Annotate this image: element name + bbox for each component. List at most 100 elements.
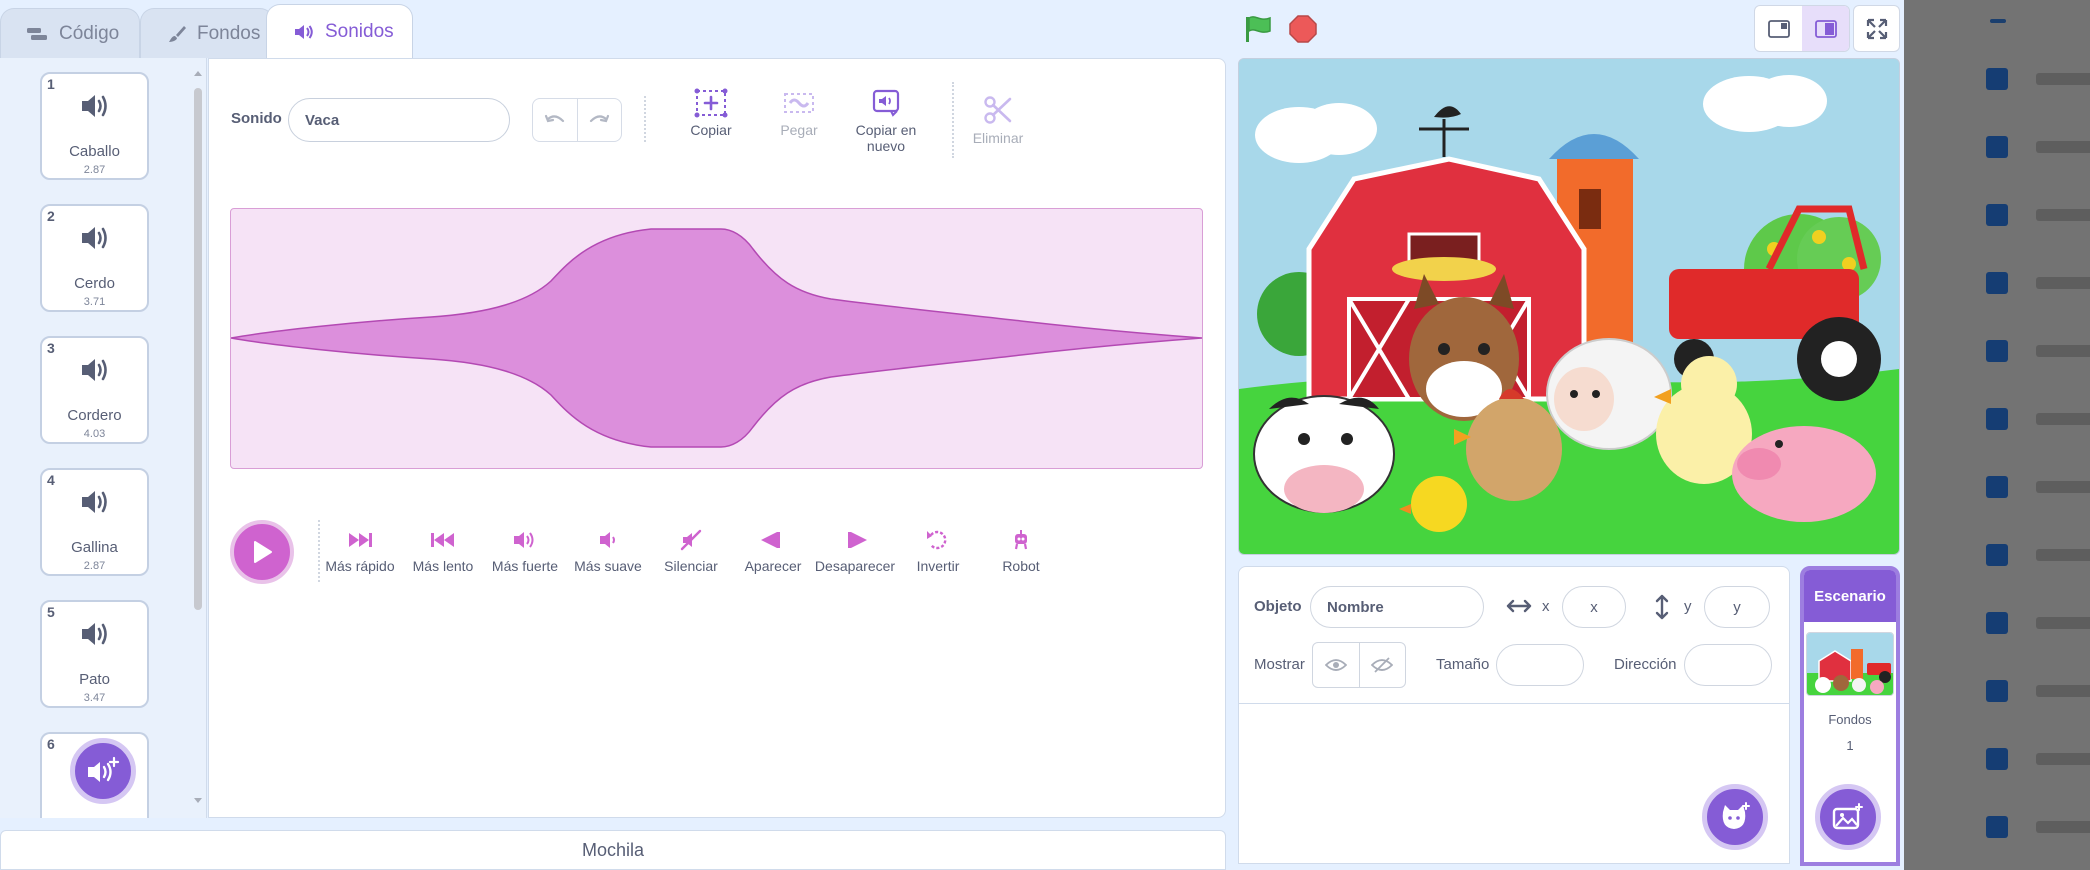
vertical-arrows-icon xyxy=(1655,594,1669,620)
paste-label: Pegar xyxy=(780,122,818,138)
redo-button[interactable] xyxy=(576,99,622,141)
horizontal-arrows-icon xyxy=(1506,599,1532,613)
sound-item[interactable]: 1 Caballo 2.87 xyxy=(40,72,149,180)
mute-icon xyxy=(680,529,702,551)
undo-button[interactable] xyxy=(533,99,577,141)
sound-name: Cordero xyxy=(67,407,122,424)
brush-icon xyxy=(169,25,186,42)
delete-label: Eliminar xyxy=(972,130,1024,146)
tab-backdrops-label: Fondos xyxy=(197,22,261,44)
faster-label: Más rápido xyxy=(325,558,395,574)
tab-code-label: Código xyxy=(59,22,120,44)
copy-button[interactable]: Copiar xyxy=(676,88,746,138)
add-sprite-button[interactable] xyxy=(1702,784,1768,850)
scroll-up-icon[interactable] xyxy=(192,68,204,80)
overlay-marker xyxy=(1990,19,2006,23)
fade-out-effect-button[interactable]: Desaparecer xyxy=(812,528,898,574)
scroll-down-icon[interactable] xyxy=(192,794,204,806)
softer-effect-button[interactable]: Más suave xyxy=(570,528,646,574)
stage-selector-title: Escenario xyxy=(1804,570,1896,622)
tab-backdrops[interactable]: Fondos xyxy=(140,8,274,58)
slower-label: Más lento xyxy=(412,558,474,574)
faster-effect-button[interactable]: Más rápido xyxy=(322,528,398,574)
sound-number: 4 xyxy=(47,472,55,488)
small-stage-button[interactable] xyxy=(1755,6,1802,51)
fullscreen-button[interactable] xyxy=(1853,5,1900,52)
stage[interactable] xyxy=(1238,58,1900,555)
slower-effect-button[interactable]: Más lento xyxy=(406,528,480,574)
copy-to-new-button[interactable]: Copiar en nuevo xyxy=(848,88,924,154)
sound-item[interactable]: 5 Pato 3.47 xyxy=(40,600,149,708)
y-input[interactable]: y xyxy=(1704,586,1770,628)
fade-in-label: Aparecer xyxy=(744,558,802,574)
sprite-name-input[interactable]: Nombre xyxy=(1310,586,1484,628)
mute-effect-button[interactable]: Silenciar xyxy=(656,528,726,574)
sound-name: Caballo xyxy=(69,143,120,160)
size-input[interactable] xyxy=(1496,644,1584,686)
scissors-icon xyxy=(984,96,1012,124)
scrollbar-thumb[interactable] xyxy=(194,88,202,610)
louder-icon xyxy=(514,532,534,548)
sprite-label: Objeto xyxy=(1254,598,1302,615)
overlay-checkbox-row xyxy=(1986,204,2090,226)
add-backdrop-button[interactable] xyxy=(1815,784,1881,850)
backpack-label: Mochila xyxy=(581,839,645,860)
backpack-bar[interactable]: Mochila xyxy=(0,830,1226,870)
faster-icon xyxy=(349,533,372,547)
fade-in-effect-button[interactable]: Aparecer xyxy=(738,528,808,574)
hide-sprite-button[interactable] xyxy=(1358,643,1406,687)
sound-number: 6 xyxy=(47,736,55,752)
farm-thumbnail-image xyxy=(1807,633,1893,695)
eye-off-icon xyxy=(1371,657,1394,673)
sound-item[interactable]: 4 Gallina 2.87 xyxy=(40,468,149,576)
robot-label: Robot xyxy=(1002,558,1040,574)
overlay-checkbox-row xyxy=(1986,544,2090,566)
paste-icon xyxy=(784,93,814,113)
sound-name-input[interactable]: Vaca xyxy=(288,98,510,142)
slower-icon xyxy=(431,533,454,547)
sound-duration: 4.03 xyxy=(83,428,106,440)
green-flag-icon[interactable] xyxy=(1243,14,1273,44)
direction-label: Dirección xyxy=(1614,656,1677,673)
copy-to-new-label: Copiar en nuevo xyxy=(855,122,917,154)
show-sprite-button[interactable] xyxy=(1313,643,1359,687)
direction-input[interactable] xyxy=(1684,644,1772,686)
overlay-checkbox-row xyxy=(1986,136,2090,158)
x-label: x xyxy=(1542,598,1550,615)
tab-code[interactable]: Código xyxy=(0,8,140,58)
code-icon xyxy=(27,27,47,40)
large-stage-button[interactable] xyxy=(1802,6,1849,51)
reverse-effect-button[interactable]: Invertir xyxy=(904,528,972,574)
add-sprite-icon xyxy=(1722,802,1750,829)
sound-number: 1 xyxy=(47,76,55,92)
overlay-checkbox-row xyxy=(1986,408,2090,430)
tab-sounds[interactable]: Sonidos xyxy=(266,4,413,58)
sound-duration: 2.87 xyxy=(83,560,106,572)
overlay-checkbox-row xyxy=(1986,680,2090,702)
overlay-checkbox-row xyxy=(1986,816,2090,838)
play-sound-button[interactable] xyxy=(230,520,294,584)
softer-label: Más suave xyxy=(574,558,642,574)
sound-item[interactable]: 3 Cordero 4.03 xyxy=(40,336,149,444)
paste-button[interactable]: Pegar xyxy=(764,88,834,138)
add-sound-button[interactable] xyxy=(70,738,136,804)
waveform-display[interactable] xyxy=(230,208,1203,469)
speaker-icon xyxy=(295,24,313,39)
stage-size-toggle xyxy=(1754,5,1850,52)
small-stage-icon xyxy=(1767,19,1790,38)
delete-button[interactable]: Eliminar xyxy=(964,94,1032,146)
add-sound-icon xyxy=(88,756,120,782)
backdrops-label: Fondos xyxy=(1828,712,1872,727)
louder-effect-button[interactable]: Más fuerte xyxy=(488,528,562,574)
large-stage-icon xyxy=(1814,19,1837,38)
toolbar-divider xyxy=(952,82,954,158)
robot-effect-button[interactable]: Robot xyxy=(990,528,1052,574)
copy-icon xyxy=(694,88,728,118)
sound-item[interactable]: 2 Cerdo 3.71 xyxy=(40,204,149,312)
sound-name: Cerdo xyxy=(74,275,115,292)
stop-icon[interactable] xyxy=(1288,14,1318,44)
visibility-toggle xyxy=(1312,642,1406,688)
overlay-checkbox-row xyxy=(1986,612,2090,634)
undo-redo-group xyxy=(532,98,622,142)
x-input[interactable]: x xyxy=(1562,586,1626,628)
